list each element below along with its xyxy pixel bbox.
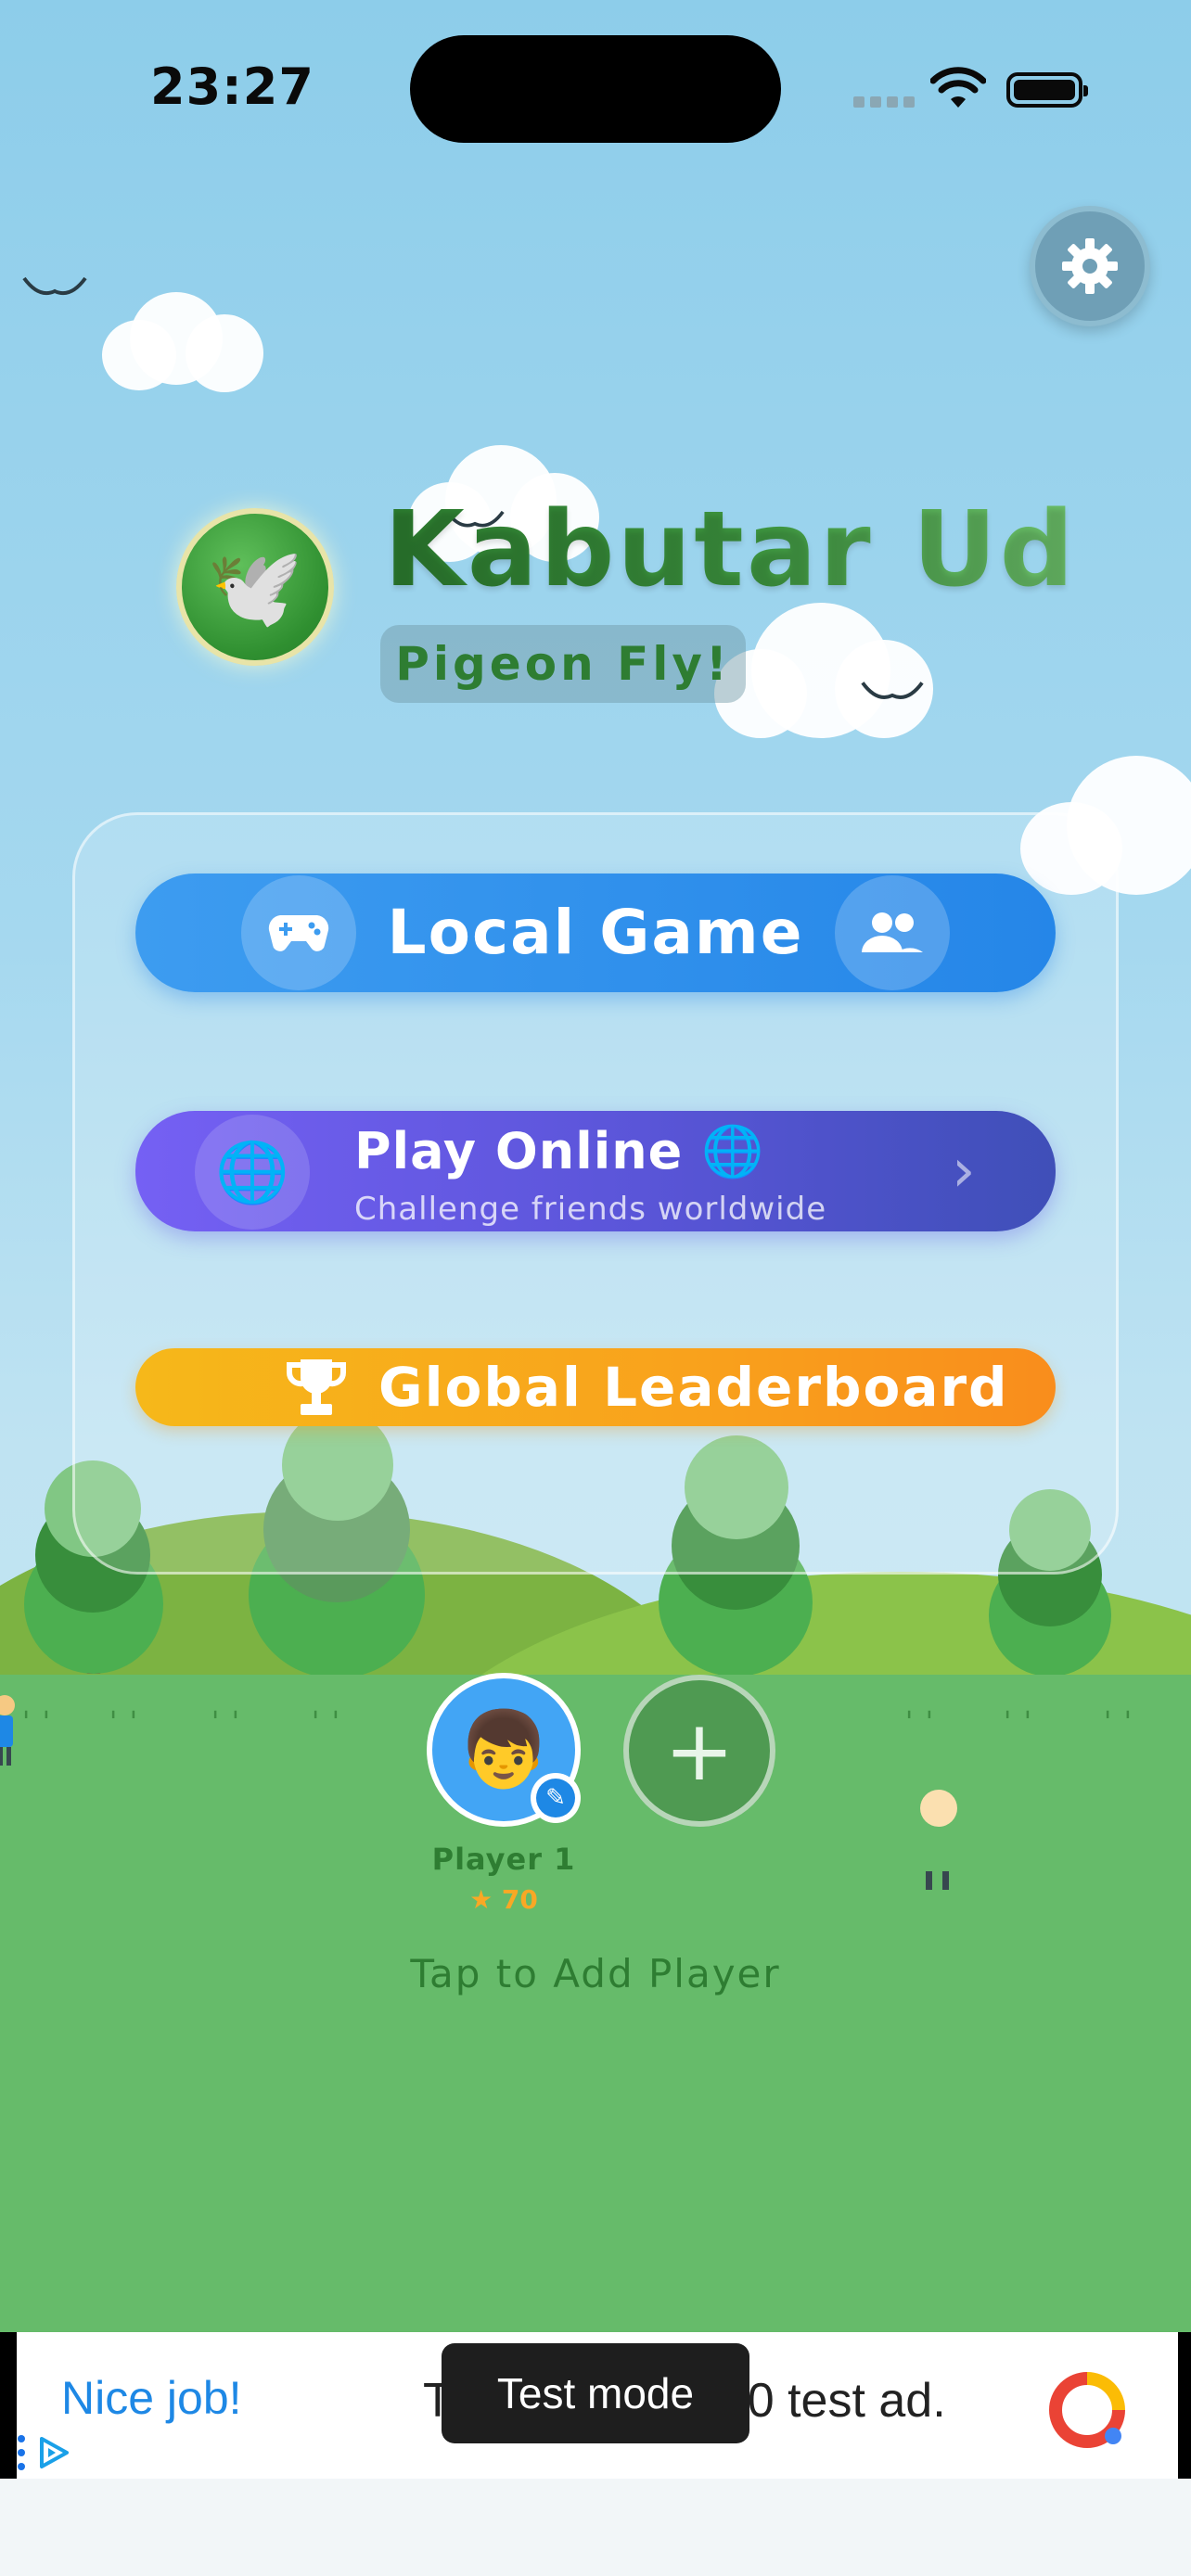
cloud	[102, 292, 269, 394]
add-player-hint: Tap to Add Player	[410, 1951, 781, 1996]
game-scene: 23:27 🕊️ Kabutar Ud Pigeon Fly! Local Ga…	[0, 0, 1191, 2332]
edit-player-button[interactable]: ✎	[531, 1773, 581, 1823]
player-name: Player 1	[431, 1842, 576, 1877]
walking-figure	[920, 1790, 957, 1892]
global-leaderboard-button[interactable]: Global Leaderboard	[135, 1348, 1056, 1426]
people-icon	[835, 875, 950, 990]
global-leaderboard-label: Global Leaderboard	[378, 1356, 1009, 1419]
bird-icon	[861, 682, 924, 699]
battery-icon	[1006, 72, 1088, 108]
player-score: ★ 70	[469, 1884, 538, 1915]
play-online-button[interactable]: 🌐 Play Online 🌐 Challenge friends worldw…	[135, 1111, 1056, 1231]
grass-decor: ' '	[109, 1706, 140, 1739]
app-title: Kabutar Ud	[384, 490, 1077, 610]
grass-decor: ' '	[312, 1706, 342, 1739]
grass-decor: ' '	[905, 1706, 936, 1739]
dynamic-island	[410, 35, 781, 143]
pigeon-logo-icon: 🕊️	[176, 508, 334, 666]
settings-button[interactable]	[1030, 206, 1150, 326]
play-online-sublabel: Challenge friends worldwide	[354, 1191, 827, 1228]
ad-network-logo-icon	[1049, 2372, 1125, 2448]
home-indicator-area	[0, 2479, 1191, 2576]
cloud	[714, 603, 937, 742]
globe-icon: 🌐	[195, 1115, 310, 1230]
grass-decor: ' '	[211, 1706, 242, 1739]
bird-icon	[22, 276, 87, 296]
status-time: 23:27	[150, 57, 314, 116]
ad-headline[interactable]: Nice job!	[61, 2371, 242, 2425]
chevron-right-icon: ›	[952, 1137, 976, 1205]
gear-icon	[1062, 238, 1118, 294]
add-player-button[interactable]: +	[623, 1675, 775, 1827]
cellular-signal-icon	[853, 96, 915, 108]
ad-banner[interactable]: Nice job! This is a 320x50 test ad. Test…	[0, 2332, 1191, 2479]
grass-decor: ' '	[1104, 1706, 1134, 1739]
wifi-icon	[930, 67, 986, 108]
test-mode-toast: Test mode	[442, 2343, 749, 2443]
grass-decor: ' '	[1004, 1706, 1034, 1739]
grass-decor: ' '	[22, 1706, 53, 1739]
walking-figure	[0, 1695, 17, 1769]
trophy-icon	[286, 1359, 347, 1415]
pencil-icon: ✎	[536, 1779, 575, 1817]
adchoices-icon[interactable]	[17, 2434, 70, 2471]
app-subtitle: Pigeon Fly!	[380, 625, 746, 703]
grass-ground	[0, 1675, 1191, 2332]
play-online-label: Play Online 🌐	[354, 1122, 765, 1180]
local-game-button[interactable]: Local Game	[135, 874, 1056, 992]
